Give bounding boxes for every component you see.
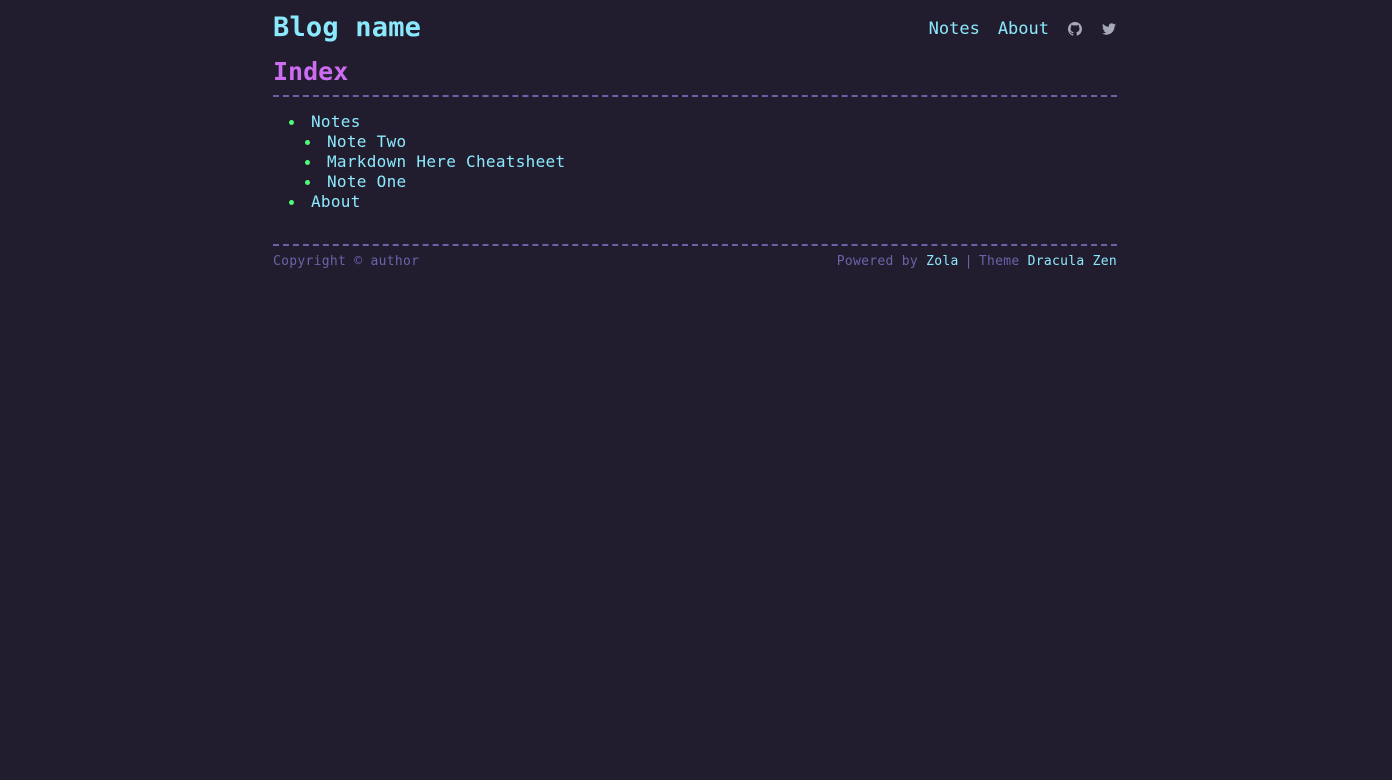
footer-separator: | — [964, 254, 973, 269]
footer-divider — [273, 244, 1117, 246]
copyright-text: Copyright © author — [273, 254, 420, 269]
theme-link[interactable]: Dracula Zen — [1028, 254, 1117, 269]
site-title-link[interactable]: Blog name — [273, 11, 421, 45]
section-link-about[interactable]: About — [311, 192, 361, 211]
bullet-icon — [305, 160, 310, 165]
page-container: Blog name Notes About Index Notes Note T… — [273, 0, 1117, 269]
site-header: Blog name Notes About — [273, 0, 1117, 56]
page-title: Index — [273, 57, 349, 86]
credits: Powered by Zola | Theme Dracula Zen — [837, 253, 1117, 271]
twitter-icon-glyph — [1102, 23, 1116, 35]
github-icon-glyph — [1068, 22, 1082, 36]
list-item-page: Note Two — [273, 132, 565, 152]
bullet-icon — [305, 140, 310, 145]
nav-link-notes[interactable]: Notes — [929, 18, 980, 40]
list-item-page: Markdown Here Cheatsheet — [273, 152, 565, 172]
bullet-icon — [305, 180, 310, 185]
bullet-icon — [289, 200, 294, 205]
page-link-markdown-cheatsheet[interactable]: Markdown Here Cheatsheet — [327, 152, 565, 171]
powered-by-label: Powered by — [836, 254, 919, 269]
list-item-section-notes: Notes — [273, 112, 565, 132]
page-link-note-two[interactable]: Note Two — [327, 132, 406, 151]
list-item-page: Note One — [273, 172, 565, 192]
github-icon[interactable] — [1067, 21, 1083, 37]
page-link-note-one[interactable]: Note One — [327, 172, 406, 191]
header-divider — [273, 95, 1117, 97]
bullet-icon — [289, 120, 294, 125]
section-link-notes[interactable]: Notes — [311, 112, 361, 131]
twitter-icon[interactable] — [1101, 21, 1117, 37]
theme-label: Theme — [978, 254, 1020, 269]
index-list: Notes Note Two Markdown Here Cheatsheet … — [273, 112, 565, 212]
nav-link-about[interactable]: About — [998, 18, 1049, 40]
site-nav: Notes About — [911, 18, 1117, 40]
zola-link[interactable]: Zola — [926, 254, 959, 269]
list-item-section-about: About — [273, 192, 565, 212]
